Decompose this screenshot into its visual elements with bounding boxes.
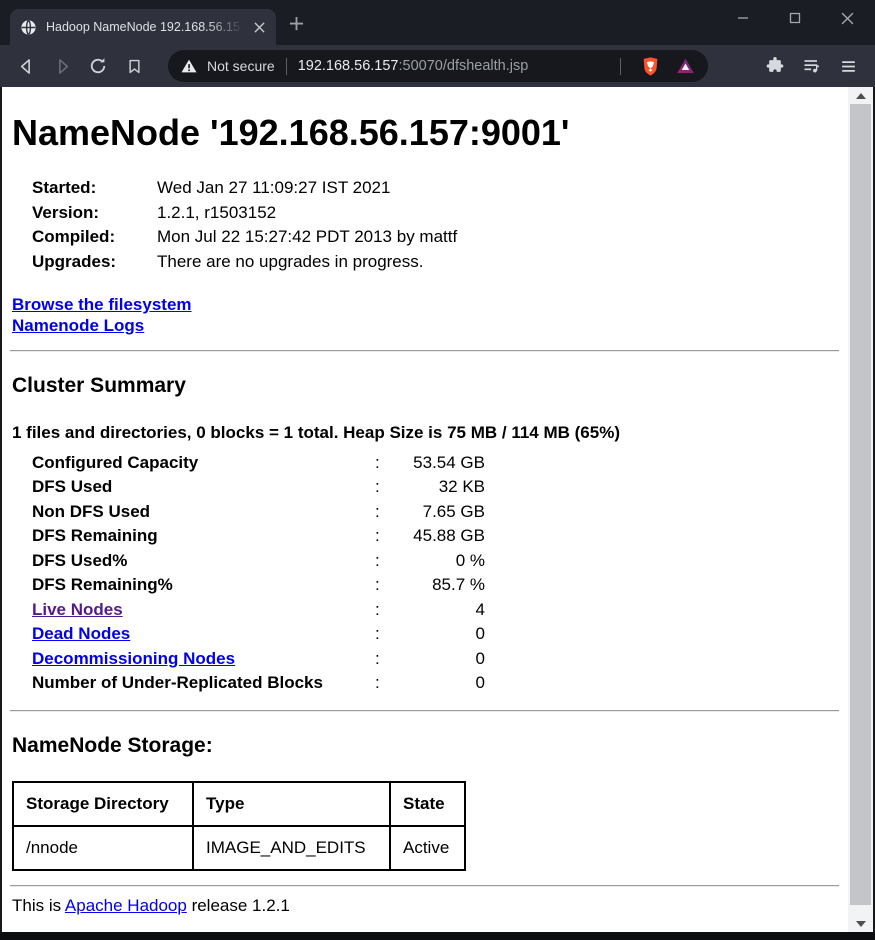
url-text[interactable]: 192.168.56.157:50070/dfshealth.jsp (298, 58, 609, 74)
info-row-upgrades: Upgrades:There are no upgrades in progre… (32, 250, 839, 275)
stat-row: Non DFS Used:7.65 GB (32, 500, 839, 525)
storage-dir-header: Storage Directory (13, 782, 193, 826)
new-tab-button[interactable] (284, 11, 308, 35)
vertical-scrollbar[interactable] (848, 87, 873, 932)
not-secure-label: Not secure (207, 58, 275, 74)
stat-row: DFS Remaining:45.88 GB (32, 524, 839, 549)
cluster-stats: Configured Capacity:53.54 GB DFS Used:32… (32, 451, 839, 696)
namenode-storage-heading: NameNode Storage: (12, 734, 839, 758)
tab-close-icon[interactable] (251, 19, 268, 36)
top-links: Browse the filesystem Namenode Logs (12, 294, 839, 336)
info-row-compiled: Compiled:Mon Jul 22 15:27:42 PDT 2013 by… (32, 225, 839, 250)
address-separator-2 (620, 58, 621, 75)
scroll-down-arrow[interactable] (848, 915, 873, 932)
brave-shield-icon[interactable] (640, 56, 661, 77)
forward-button[interactable] (44, 48, 80, 84)
page-title: NameNode '192.168.56.157:9001' (12, 112, 839, 154)
toolbar-right-icons (765, 56, 858, 76)
extensions-puzzle-icon[interactable] (765, 56, 785, 76)
browser-window: Hadoop NameNode 192.168.56.15 (0, 0, 875, 940)
stat-row: Number of Under-Replicated Blocks:0 (32, 671, 839, 696)
reload-button[interactable] (80, 48, 116, 84)
upgrades-value: There are no upgrades in progress. (157, 250, 424, 275)
window-controls (729, 5, 861, 31)
live-nodes-link[interactable]: Live Nodes (32, 600, 123, 619)
browser-toolbar: Not secure 192.168.56.157:50070/dfshealt… (0, 45, 875, 87)
tab-strip: Hadoop NameNode 192.168.56.15 (0, 0, 875, 45)
window-bottom-border (0, 932, 875, 940)
stat-row: Decommissioning Nodes:0 (32, 647, 839, 672)
storage-data-row: /nnode IMAGE_AND_EDITS Active (13, 826, 465, 870)
stat-row: Dead Nodes:0 (32, 622, 839, 647)
footer-release-line: This is Apache Hadoop release 1.2.1 (12, 896, 839, 916)
bat-rewards-icon[interactable] (675, 56, 696, 77)
cluster-summary-heading: Cluster Summary (12, 374, 839, 398)
browse-filesystem-link[interactable]: Browse the filesystem (12, 294, 839, 315)
storage-type-cell: IMAGE_AND_EDITS (193, 826, 390, 870)
maximize-button[interactable] (781, 5, 809, 31)
media-playlist-icon[interactable] (802, 56, 822, 76)
menu-hamburger-icon[interactable] (839, 57, 858, 76)
bookmark-icon[interactable] (116, 48, 152, 84)
namenode-info: Started:Wed Jan 27 11:09:27 IST 2021 Ver… (32, 176, 839, 275)
back-button[interactable] (8, 48, 44, 84)
decommissioning-nodes-link[interactable]: Decommissioning Nodes (32, 649, 235, 668)
url-path: :50070/dfshealth.jsp (399, 58, 529, 74)
divider (10, 885, 839, 887)
storage-header-row: Storage Directory Type State (13, 782, 465, 826)
address-separator (286, 58, 287, 75)
storage-dir-cell: /nnode (13, 826, 193, 870)
address-bar[interactable]: Not secure 192.168.56.157:50070/dfshealt… (168, 50, 708, 82)
info-row-version: Version:1.2.1, r1503152 (32, 201, 839, 226)
divider (10, 350, 839, 352)
stat-row: DFS Used%:0 % (32, 549, 839, 574)
dead-nodes-link[interactable]: Dead Nodes (32, 624, 130, 643)
not-secure-warning-icon[interactable] (180, 57, 198, 75)
stat-row: Live Nodes:4 (32, 598, 839, 623)
namenode-logs-link[interactable]: Namenode Logs (12, 315, 839, 336)
url-host: 192.168.56.157 (298, 58, 399, 74)
scrollbar-thumb[interactable] (850, 104, 871, 905)
tab-title: Hadoop NameNode 192.168.56.15 (46, 20, 247, 34)
stat-row: DFS Used:32 KB (32, 475, 839, 500)
globe-favicon-icon (20, 19, 37, 36)
storage-state-cell: Active (390, 826, 465, 870)
storage-type-header: Type (193, 782, 390, 826)
browser-tab[interactable]: Hadoop NameNode 192.168.56.15 (10, 9, 276, 45)
stat-row: DFS Remaining%:85.7 % (32, 573, 839, 598)
cluster-summary-line: 1 files and directories, 0 blocks = 1 to… (12, 423, 839, 443)
scroll-up-arrow[interactable] (848, 87, 873, 104)
info-row-started: Started:Wed Jan 27 11:09:27 IST 2021 (32, 176, 839, 201)
version-value: 1.2.1, r1503152 (157, 201, 276, 226)
compiled-value: Mon Jul 22 15:27:42 PDT 2013 by mattf (157, 225, 457, 250)
stat-row: Configured Capacity:53.54 GB (32, 451, 839, 476)
started-value: Wed Jan 27 11:09:27 IST 2021 (157, 176, 390, 201)
apache-hadoop-link[interactable]: Apache Hadoop (65, 896, 187, 915)
storage-table: Storage Directory Type State /nnode IMAG… (12, 781, 466, 871)
dfshealth-page: NameNode '192.168.56.157:9001' Started:W… (0, 87, 875, 940)
storage-state-header: State (390, 782, 465, 826)
close-window-button[interactable] (833, 5, 861, 31)
divider (10, 710, 839, 712)
minimize-button[interactable] (729, 5, 757, 31)
